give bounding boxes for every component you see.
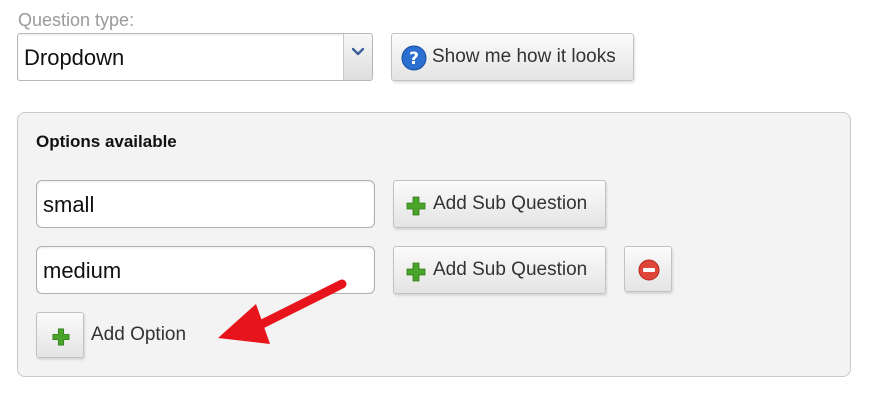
question-type-select[interactable]: Dropdown	[17, 33, 373, 81]
option-input[interactable]: small	[36, 180, 375, 228]
plus-icon	[52, 328, 70, 346]
option-input-value: small	[43, 192, 95, 217]
plus-icon	[406, 262, 426, 282]
minus-circle-icon	[638, 259, 660, 281]
add-option-label[interactable]: Add Option	[91, 323, 186, 347]
options-panel-title: Options available	[36, 132, 177, 151]
add-sub-question-label: Add Sub Question	[433, 193, 588, 214]
add-sub-question-button[interactable]: Add Sub Question	[393, 246, 606, 294]
add-sub-question-button[interactable]: Add Sub Question	[393, 180, 606, 228]
remove-option-button[interactable]	[624, 246, 672, 292]
svg-text:?: ?	[409, 49, 419, 69]
select-arrow-button[interactable]	[343, 34, 372, 80]
plus-icon	[406, 196, 426, 216]
question-type-selected-value: Dropdown	[24, 45, 125, 70]
question-type-label: Question type:	[18, 10, 135, 30]
add-option-button[interactable]	[36, 312, 84, 358]
option-input-value: medium	[43, 258, 122, 283]
chevron-down-icon	[352, 47, 364, 56]
add-sub-question-label: Add Sub Question	[433, 259, 588, 280]
help-icon: ?	[401, 45, 427, 71]
show-me-how-it-looks-button[interactable]: ? Show me how it looks	[391, 33, 634, 81]
annotation-arrow	[218, 279, 347, 344]
show-button-label: Show me how it looks	[432, 46, 616, 67]
